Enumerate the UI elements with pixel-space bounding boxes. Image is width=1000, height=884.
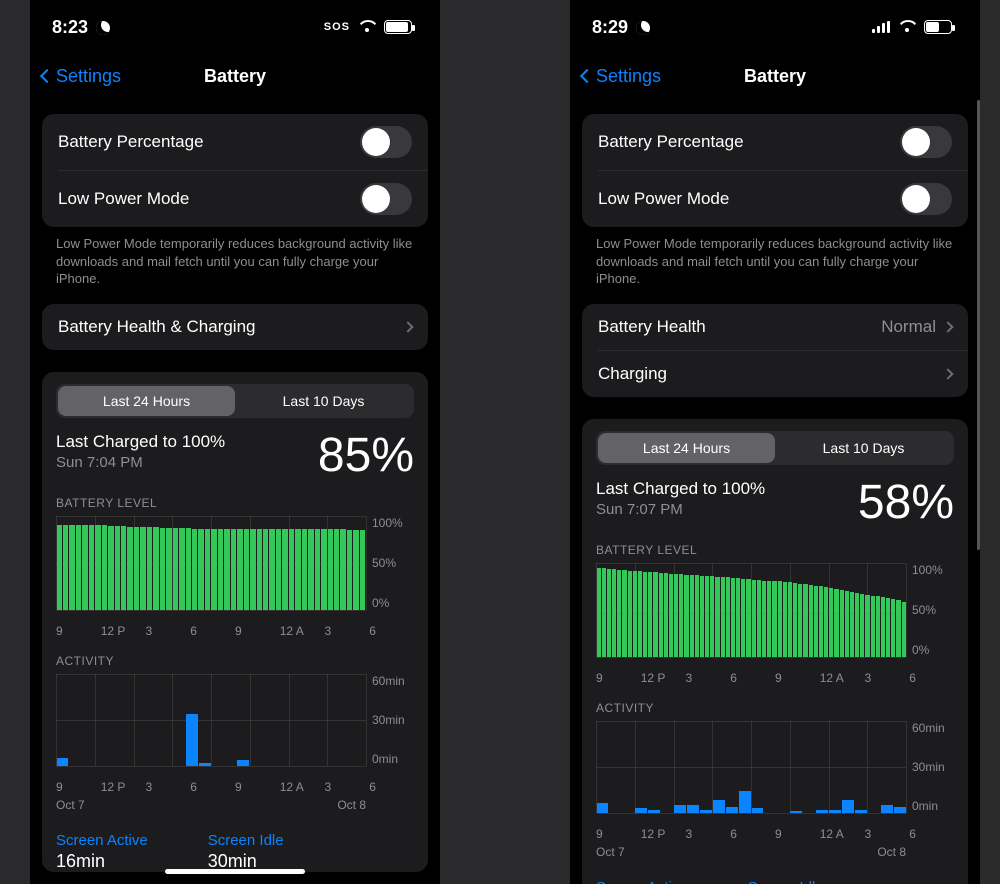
activity-chart xyxy=(56,674,366,766)
phone-left: 8:23 SOS Settings Battery Battery Percen… xyxy=(30,0,440,884)
last-charged-subtitle: Sun 7:07 PM xyxy=(596,501,765,518)
segment-last-24h[interactable]: Last 24 Hours xyxy=(598,433,775,463)
screen-active-label: Screen Active xyxy=(596,879,688,884)
do-not-disturb-icon xyxy=(96,21,110,35)
status-time: 8:23 xyxy=(52,17,110,38)
activity-legend: Screen Active Screen Idle xyxy=(596,879,954,884)
y-axis-labels: 100%50%0% xyxy=(366,516,414,610)
chevron-right-icon xyxy=(942,321,953,332)
health-row[interactable]: Battery Health & Charging xyxy=(42,304,428,350)
activity-label: ACTIVITY xyxy=(56,654,414,668)
battery-card: Last 24 Hours Last 10 Days Last Charged … xyxy=(42,372,428,872)
status-time: 8:29 xyxy=(592,17,650,38)
y-axis-labels: 60min30min0min xyxy=(366,674,414,766)
row-value: Normal xyxy=(881,317,936,337)
row-label: Battery Percentage xyxy=(58,132,204,152)
last-charged-title: Last Charged to 100% xyxy=(56,432,225,452)
status-bar: 8:23 SOS xyxy=(30,0,440,54)
toggles-group: Battery Percentage Low Power Mode xyxy=(582,114,968,227)
status-bar: 8:29 xyxy=(570,0,980,54)
wifi-icon xyxy=(358,20,376,34)
wifi-icon xyxy=(898,20,916,34)
segment-last-10d[interactable]: Last 10 Days xyxy=(775,433,952,463)
health-row[interactable]: Battery Health Normal xyxy=(582,304,968,350)
home-indicator[interactable] xyxy=(165,869,305,874)
page-title: Battery xyxy=(30,66,440,87)
y-axis-labels: 100%50%0% xyxy=(906,563,954,657)
row-label: Battery Percentage xyxy=(598,132,744,152)
current-battery-percentage: 85% xyxy=(318,432,414,480)
battery-level-label: BATTERY LEVEL xyxy=(596,543,954,557)
last-charged-subtitle: Sun 7:04 PM xyxy=(56,454,225,471)
toggle-switch[interactable] xyxy=(900,183,952,215)
last-charged-title: Last Charged to 100% xyxy=(596,479,765,499)
battery-card: Last 24 Hours Last 10 Days Last Charged … xyxy=(582,419,968,884)
screen-idle-label: Screen Idle xyxy=(208,832,284,849)
chevron-right-icon xyxy=(402,321,413,332)
low-power-mode-row[interactable]: Low Power Mode xyxy=(582,171,968,227)
battery-level-chart xyxy=(56,516,366,610)
toggle-switch[interactable] xyxy=(360,126,412,158)
toggle-switch[interactable] xyxy=(360,183,412,215)
health-group: Battery Health Normal Charging xyxy=(582,304,968,397)
health-group: Battery Health & Charging xyxy=(42,304,428,350)
row-label: Low Power Mode xyxy=(598,189,729,209)
x-axis-dates: Oct 7Oct 8 xyxy=(56,798,414,812)
battery-percentage-row[interactable]: Battery Percentage xyxy=(42,114,428,170)
battery-status-icon xyxy=(924,20,952,34)
battery-level-chart xyxy=(596,563,906,657)
nav-bar: Settings Battery xyxy=(570,54,980,98)
x-axis-labels: 912 P36912 A36 xyxy=(596,671,954,685)
y-axis-labels: 60min30min0min xyxy=(906,721,954,813)
screen-active-value: 16min xyxy=(56,851,148,872)
phone-right: 8:29 Settings Battery Battery Percentage… xyxy=(570,0,980,884)
row-label: Battery Health xyxy=(598,317,706,337)
battery-status-icon xyxy=(384,20,412,34)
row-label: Battery Health & Charging xyxy=(58,317,256,337)
segment-last-24h[interactable]: Last 24 Hours xyxy=(58,386,235,416)
row-label: Low Power Mode xyxy=(58,189,189,209)
do-not-disturb-icon xyxy=(636,21,650,35)
toggle-switch[interactable] xyxy=(900,126,952,158)
x-axis-labels: 912 P36912 A36 xyxy=(56,780,414,794)
footer-note: Low Power Mode temporarily reduces backg… xyxy=(56,235,414,288)
chevron-right-icon xyxy=(942,368,953,379)
segment-last-10d[interactable]: Last 10 Days xyxy=(235,386,412,416)
row-label: Charging xyxy=(598,364,667,384)
footer-note: Low Power Mode temporarily reduces backg… xyxy=(596,235,954,288)
low-power-mode-row[interactable]: Low Power Mode xyxy=(42,171,428,227)
nav-bar: Settings Battery xyxy=(30,54,440,98)
toggles-group: Battery Percentage Low Power Mode xyxy=(42,114,428,227)
activity-label: ACTIVITY xyxy=(596,701,954,715)
health-row[interactable]: Charging xyxy=(582,351,968,397)
battery-percentage-row[interactable]: Battery Percentage xyxy=(582,114,968,170)
screen-idle-label: Screen Idle xyxy=(748,879,824,884)
x-axis-dates: Oct 7Oct 8 xyxy=(596,845,954,859)
battery-level-label: BATTERY LEVEL xyxy=(56,496,414,510)
activity-legend: Screen Active 16min Screen Idle 30min xyxy=(56,832,414,872)
x-axis-labels: 912 P36912 A36 xyxy=(56,624,414,638)
x-axis-labels: 912 P36912 A36 xyxy=(596,827,954,841)
cellular-signal-icon xyxy=(872,21,890,33)
screen-active-label: Screen Active xyxy=(56,832,148,849)
scroll-indicator xyxy=(977,100,980,550)
current-battery-percentage: 58% xyxy=(858,479,954,527)
page-title: Battery xyxy=(570,66,980,87)
segmented-control[interactable]: Last 24 Hours Last 10 Days xyxy=(596,431,954,465)
activity-chart xyxy=(596,721,906,813)
segmented-control[interactable]: Last 24 Hours Last 10 Days xyxy=(56,384,414,418)
sos-indicator: SOS xyxy=(324,21,350,33)
